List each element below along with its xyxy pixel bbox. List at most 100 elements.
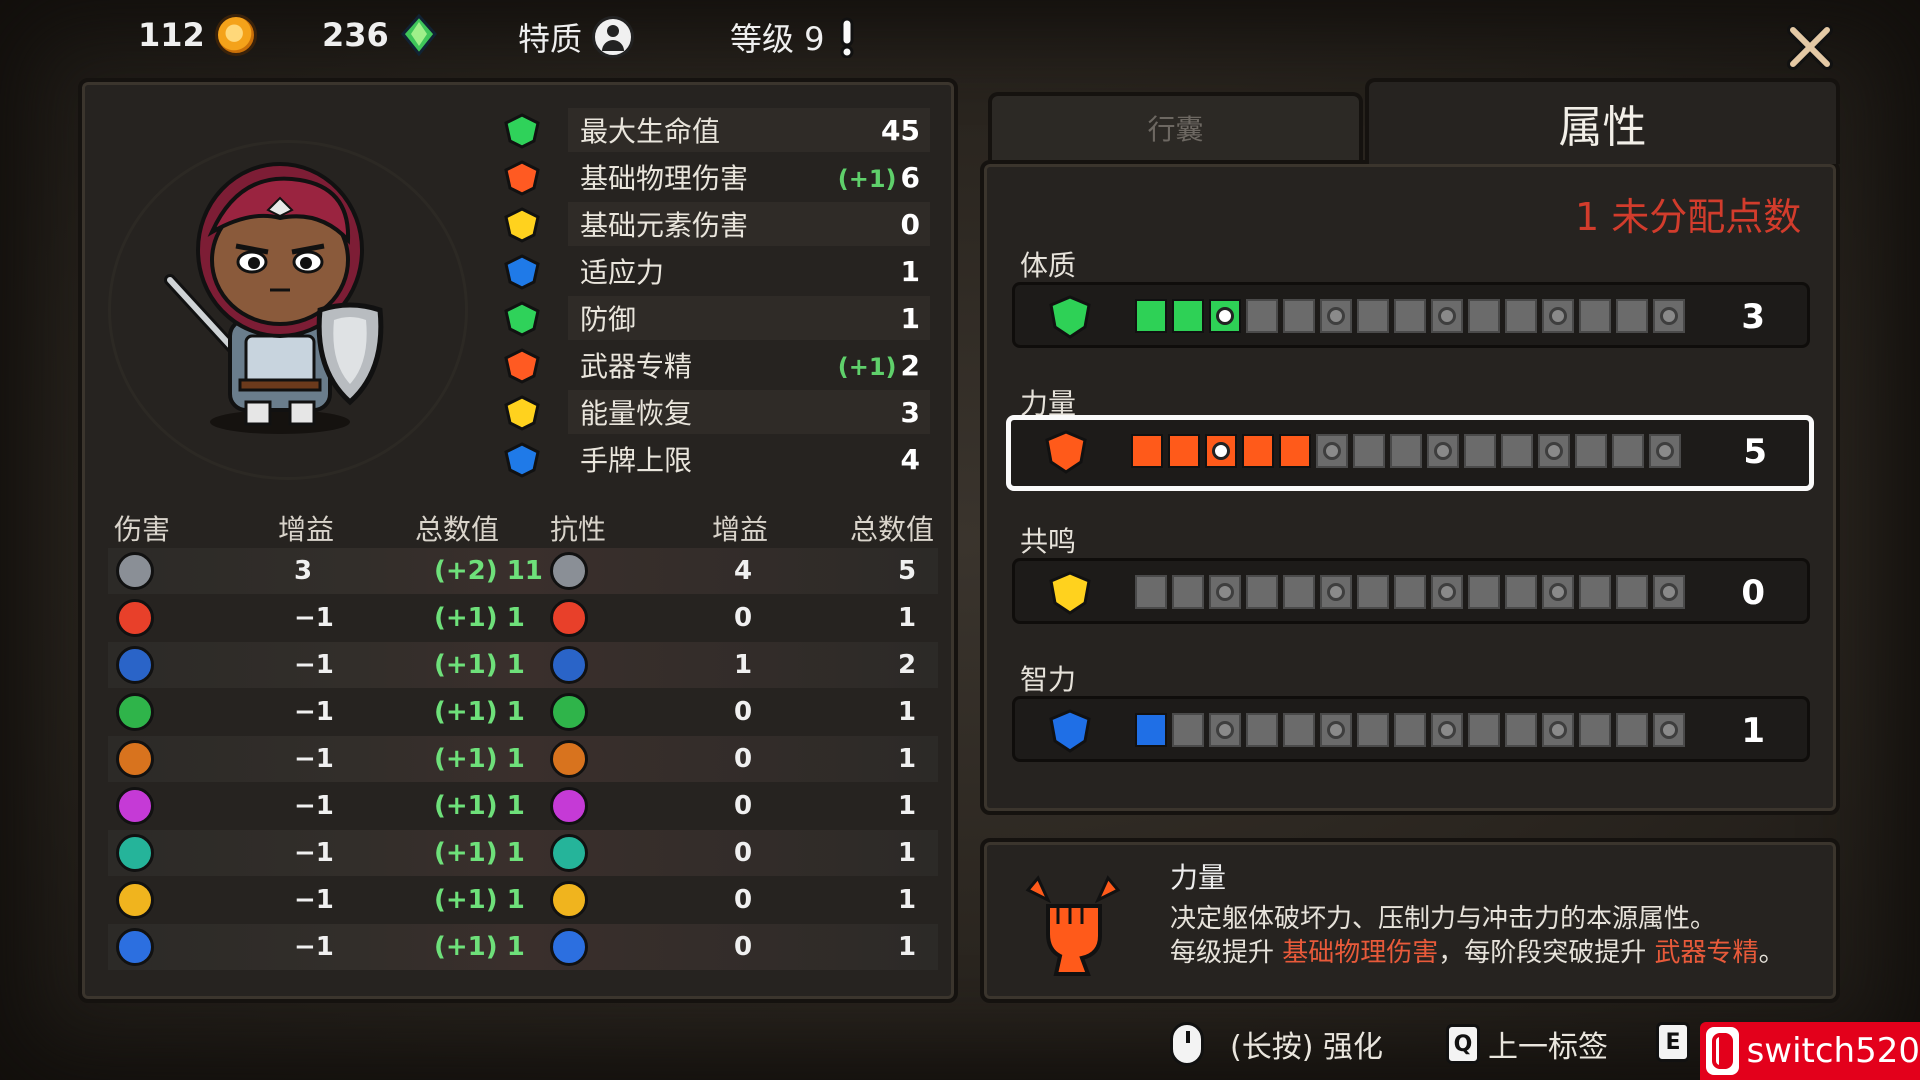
description-line-2: 每级提升 基础物理伤害，每阶段突破提升 武器专精。 bbox=[1170, 932, 1785, 969]
mouse-icon bbox=[1170, 1022, 1204, 1066]
lightning-resist-icon bbox=[550, 881, 588, 919]
cards-icon bbox=[500, 439, 544, 479]
poison-resist-icon bbox=[550, 693, 588, 731]
table-row: −1 (+1) 1 0 1 bbox=[108, 736, 938, 782]
attribute-pip bbox=[1394, 299, 1426, 333]
arcane-resist-icon bbox=[550, 787, 588, 825]
attribute-pip bbox=[1653, 299, 1685, 333]
attribute-pip bbox=[1579, 575, 1611, 609]
attribute-pip bbox=[1353, 434, 1385, 468]
stat-number: 2 bbox=[900, 348, 920, 382]
poison-icon bbox=[116, 693, 154, 731]
attribute-pip bbox=[1168, 434, 1200, 468]
attribute-label: 共鸣 bbox=[1020, 525, 1077, 558]
attribute-pip bbox=[1209, 713, 1241, 747]
heart-icon bbox=[500, 110, 544, 150]
attribute-pip bbox=[1579, 713, 1611, 747]
hint-prev-tab-label: 上一标签 bbox=[1488, 1030, 1608, 1065]
stat-number: 6 bbox=[900, 160, 920, 194]
top-bar: 112 236 特质 等级 9 bbox=[0, 0, 1920, 80]
attribute-pip bbox=[1390, 434, 1422, 468]
tab-bag[interactable]: 行囊 bbox=[988, 92, 1363, 160]
attribute-pip bbox=[1357, 713, 1389, 747]
stat-row: 防御 1 bbox=[500, 296, 930, 340]
desc-text-c: ，每阶段突破提升 bbox=[1438, 938, 1655, 968]
header-resist-total: 总数值 bbox=[850, 513, 935, 546]
resist-total: 1 bbox=[898, 838, 917, 868]
character-avatar bbox=[164, 162, 384, 434]
stat-number: 45 bbox=[881, 113, 920, 147]
attribute-label: 体质 bbox=[1020, 249, 1077, 282]
stat-row: 手牌上限 4 bbox=[500, 437, 930, 481]
stat-row: 基础元素伤害 0 bbox=[500, 202, 930, 246]
stat-value: 3 bbox=[897, 396, 920, 429]
stat-row: 武器专精 (+1) 2 bbox=[500, 343, 930, 387]
stat-row: 能量恢复 3 bbox=[500, 390, 930, 434]
attribute-pip bbox=[1468, 575, 1500, 609]
table-row: −1 (+1) 1 0 1 bbox=[108, 830, 938, 876]
stat-row: 适应力 1 bbox=[500, 249, 930, 293]
watermark-text: switch520 bbox=[1746, 1031, 1920, 1071]
sword-icon bbox=[116, 552, 154, 590]
water-resist-icon bbox=[550, 928, 588, 966]
description-line-1: 决定躯体破坏力、压制力与冲击力的本源属性。 bbox=[1170, 904, 1717, 934]
damage-total: (+1) 1 bbox=[434, 744, 525, 774]
hint-prev-tab[interactable]: Q 上一标签 bbox=[1446, 1022, 1608, 1066]
traits-button[interactable]: 特质 bbox=[518, 14, 635, 60]
attribute-pip bbox=[1612, 434, 1644, 468]
hint-upgrade[interactable]: (长按) 强化 bbox=[1170, 1022, 1383, 1066]
fire-resist-icon bbox=[550, 599, 588, 637]
resist-gain: 0 bbox=[734, 603, 753, 633]
attribute-value: 0 bbox=[1741, 573, 1765, 613]
arcane-icon bbox=[116, 787, 154, 825]
stat-number: 3 bbox=[900, 395, 920, 429]
watermark: switch520 bbox=[1700, 1022, 1920, 1080]
header-damage-total: 总数值 bbox=[415, 513, 500, 546]
close-icon[interactable] bbox=[1785, 22, 1835, 72]
table-row: 3 (+2) 11 4 5 bbox=[108, 548, 938, 594]
attribute-pip bbox=[1653, 575, 1685, 609]
attribute-pip bbox=[1135, 713, 1167, 747]
water-icon bbox=[116, 928, 154, 966]
attribute-pip bbox=[1616, 299, 1648, 333]
stat-label: 防御 bbox=[580, 303, 637, 336]
wind-resist-icon bbox=[550, 834, 588, 872]
hint-upgrade-label: (长按) 强化 bbox=[1230, 1030, 1383, 1065]
attribute-pip bbox=[1427, 434, 1459, 468]
attribute-pip bbox=[1320, 713, 1352, 747]
resist-total: 2 bbox=[898, 650, 917, 680]
attribute-pip bbox=[1135, 575, 1167, 609]
star-burst-icon bbox=[500, 204, 544, 244]
attribute-bar[interactable]: 5 bbox=[1006, 415, 1814, 491]
attribute-pip bbox=[1279, 434, 1311, 468]
hint-next-tab[interactable]: E bbox=[1656, 1022, 1690, 1062]
stat-number: 4 bbox=[900, 442, 920, 476]
attribute-pip bbox=[1246, 575, 1278, 609]
tab-attributes[interactable]: 属性 bbox=[1365, 78, 1840, 164]
damage-gain: −1 bbox=[294, 932, 334, 962]
gem-amount: 236 bbox=[322, 16, 389, 54]
attribute-pip bbox=[1135, 299, 1167, 333]
attribute-bar[interactable]: 3 bbox=[1012, 282, 1810, 348]
stat-value: 0 bbox=[897, 208, 920, 241]
stat-label: 能量恢复 bbox=[580, 397, 693, 430]
earth-resist-icon bbox=[550, 740, 588, 778]
attribute-pip bbox=[1653, 713, 1685, 747]
attribute-pips bbox=[1131, 434, 1686, 468]
table-row: −1 (+1) 1 0 1 bbox=[108, 783, 938, 829]
resist-gain: 0 bbox=[734, 932, 753, 962]
energy-star-icon bbox=[500, 392, 544, 432]
table-row: −1 (+1) 1 0 1 bbox=[108, 877, 938, 923]
resist-total: 1 bbox=[898, 885, 917, 915]
gem-icon bbox=[400, 14, 437, 56]
q-key-icon: Q bbox=[1446, 1024, 1480, 1064]
resist-total: 1 bbox=[898, 744, 917, 774]
gold-amount: 112 bbox=[138, 16, 205, 54]
stat-row: 基础物理伤害 (+1) 6 bbox=[500, 155, 930, 199]
attribute-bar[interactable]: 1 bbox=[1012, 696, 1810, 762]
attribute-pip bbox=[1394, 575, 1426, 609]
gem-counter: 236 bbox=[322, 14, 439, 56]
attribute-pip bbox=[1172, 713, 1204, 747]
attribute-bar[interactable]: 0 bbox=[1012, 558, 1810, 624]
stat-value: 4 bbox=[897, 443, 920, 476]
